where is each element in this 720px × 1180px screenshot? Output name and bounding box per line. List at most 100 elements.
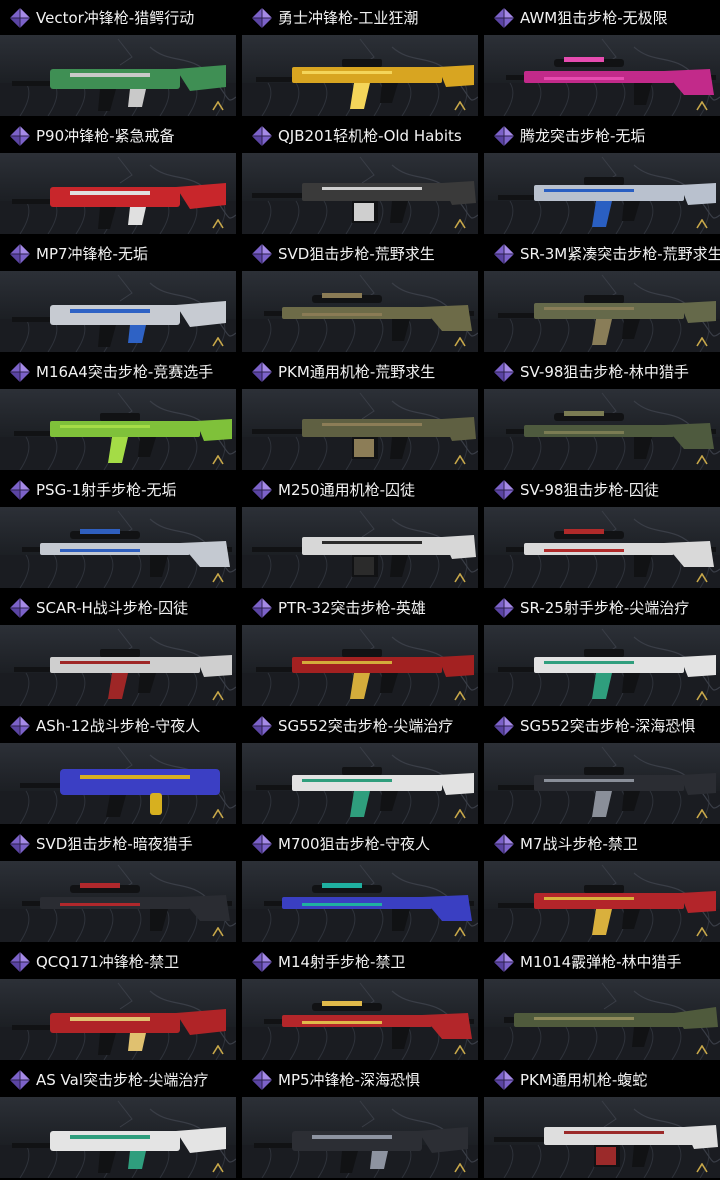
weapon-preview[interactable] bbox=[484, 979, 720, 1060]
skin-card[interactable]: PTR-32突击步枪-英雄 bbox=[242, 590, 478, 708]
skin-card[interactable]: QCQ171冲锋枪-禁卫 bbox=[0, 944, 236, 1062]
weapon-preview[interactable] bbox=[0, 271, 236, 352]
weapon-preview[interactable] bbox=[484, 271, 720, 352]
weapon-preview[interactable] bbox=[242, 35, 478, 116]
rarity-diamond-icon bbox=[9, 125, 31, 147]
weapon-image bbox=[498, 295, 716, 345]
skin-label: M700狙击步枪-守夜人 bbox=[278, 835, 430, 853]
weapon-preview[interactable] bbox=[0, 1097, 236, 1178]
rarity-diamond-icon bbox=[251, 479, 273, 501]
skin-card[interactable]: PSG-1射手步枪-无垢 bbox=[0, 472, 236, 590]
weapon-preview[interactable] bbox=[484, 389, 720, 470]
skin-card[interactable]: SR-25射手步枪-尖端治疗 bbox=[484, 590, 720, 708]
corner-mark-icon bbox=[454, 922, 466, 937]
skin-title: SR-25射手步枪-尖端治疗 bbox=[484, 590, 720, 625]
weapon-preview[interactable] bbox=[484, 153, 720, 234]
weapon-preview[interactable] bbox=[242, 153, 478, 234]
skin-label: PTR-32突击步枪-英雄 bbox=[278, 599, 426, 617]
corner-mark-icon bbox=[212, 568, 224, 583]
weapon-preview[interactable] bbox=[242, 625, 478, 706]
skin-label: M250通用机枪-囚徒 bbox=[278, 481, 415, 499]
skin-title: SCAR-H战斗步枪-囚徒 bbox=[0, 590, 236, 625]
corner-mark-icon bbox=[696, 922, 708, 937]
skin-card[interactable]: SVD狙击步枪-荒野求生 bbox=[242, 236, 478, 354]
weapon-image bbox=[252, 417, 476, 459]
skin-card[interactable]: QJB201轻机枪-Old Habits bbox=[242, 118, 478, 236]
skin-card[interactable]: 勇士冲锋枪-工业狂潮 bbox=[242, 0, 478, 118]
weapon-preview[interactable] bbox=[484, 35, 720, 116]
skin-title: MP5冲锋枪-深海恐惧 bbox=[242, 1062, 478, 1097]
skin-card[interactable]: ASh-12战斗步枪-守夜人 bbox=[0, 708, 236, 826]
skin-label: SCAR-H战斗步枪-囚徒 bbox=[36, 599, 189, 617]
rarity-diamond-icon bbox=[251, 597, 273, 619]
skin-card[interactable]: M250通用机枪-囚徒 bbox=[242, 472, 478, 590]
skin-card[interactable]: P90冲锋枪-紧急戒备 bbox=[0, 118, 236, 236]
weapon-preview[interactable] bbox=[484, 625, 720, 706]
skin-card[interactable]: MP7冲锋枪-无垢 bbox=[0, 236, 236, 354]
skin-title: SV-98狙击步枪-林中猎手 bbox=[484, 354, 720, 389]
skin-card[interactable]: AS Val突击步枪-尖端治疗 bbox=[0, 1062, 236, 1180]
skin-title: QJB201轻机枪-Old Habits bbox=[242, 118, 478, 153]
skin-card[interactable]: M1014霰弹枪-林中猎手 bbox=[484, 944, 720, 1062]
skin-card[interactable]: M7战斗步枪-禁卫 bbox=[484, 826, 720, 944]
skin-card[interactable]: AWM狙击步枪-无极限 bbox=[484, 0, 720, 118]
skin-card[interactable]: PKM通用机枪-蝮蛇 bbox=[484, 1062, 720, 1180]
weapon-preview[interactable] bbox=[0, 979, 236, 1060]
corner-mark-icon bbox=[454, 450, 466, 465]
skin-card[interactable]: Vector冲锋枪-猎鳄行动 bbox=[0, 0, 236, 118]
weapon-preview[interactable] bbox=[0, 743, 236, 824]
corner-mark-icon bbox=[696, 96, 708, 111]
weapon-image bbox=[14, 413, 232, 463]
weapon-preview[interactable] bbox=[0, 35, 236, 116]
corner-mark-icon bbox=[212, 922, 224, 937]
skin-card[interactable]: SCAR-H战斗步枪-囚徒 bbox=[0, 590, 236, 708]
weapon-preview[interactable] bbox=[242, 979, 478, 1060]
skin-card[interactable]: MP5冲锋枪-深海恐惧 bbox=[242, 1062, 478, 1180]
skin-card[interactable]: SG552突击步枪-尖端治疗 bbox=[242, 708, 478, 826]
weapon-image bbox=[12, 183, 226, 229]
weapon-preview[interactable] bbox=[242, 507, 478, 588]
weapon-preview[interactable] bbox=[484, 1097, 720, 1178]
skin-card[interactable]: M14射手步枪-禁卫 bbox=[242, 944, 478, 1062]
rarity-diamond-icon bbox=[251, 125, 273, 147]
skin-label: SR-3M紧凑突击步枪-荒野求生 bbox=[520, 245, 720, 263]
weapon-image bbox=[506, 411, 716, 459]
skin-label: SV-98狙击步枪-林中猎手 bbox=[520, 363, 689, 381]
corner-mark-icon bbox=[454, 686, 466, 701]
rarity-diamond-icon bbox=[9, 951, 31, 973]
weapon-preview[interactable] bbox=[484, 507, 720, 588]
weapon-preview[interactable] bbox=[0, 507, 236, 588]
skin-card[interactable]: SR-3M紧凑突击步枪-荒野求生 bbox=[484, 236, 720, 354]
weapon-preview[interactable] bbox=[242, 271, 478, 352]
skin-title: M1014霰弹枪-林中猎手 bbox=[484, 944, 720, 979]
weapon-preview[interactable] bbox=[242, 1097, 478, 1178]
weapon-image bbox=[22, 883, 232, 931]
rarity-diamond-icon bbox=[9, 361, 31, 383]
skin-label: 勇士冲锋枪-工业狂潮 bbox=[278, 9, 419, 27]
skin-card[interactable]: SG552突击步枪-深海恐惧 bbox=[484, 708, 720, 826]
skin-card[interactable]: M16A4突击步枪-竞赛选手 bbox=[0, 354, 236, 472]
corner-mark-icon bbox=[212, 686, 224, 701]
skin-card[interactable]: SVD狙击步枪-暗夜猎手 bbox=[0, 826, 236, 944]
weapon-preview[interactable] bbox=[0, 153, 236, 234]
skin-label: SG552突击步枪-尖端治疗 bbox=[278, 717, 454, 735]
weapon-preview[interactable] bbox=[0, 625, 236, 706]
weapon-preview[interactable] bbox=[0, 389, 236, 470]
weapon-preview[interactable] bbox=[242, 389, 478, 470]
skin-card[interactable]: SV-98狙击步枪-林中猎手 bbox=[484, 354, 720, 472]
skin-title: SG552突击步枪-深海恐惧 bbox=[484, 708, 720, 743]
rarity-diamond-icon bbox=[493, 597, 515, 619]
weapon-preview[interactable] bbox=[242, 743, 478, 824]
skin-card[interactable]: 腾龙突击步枪-无垢 bbox=[484, 118, 720, 236]
weapon-preview[interactable] bbox=[0, 861, 236, 942]
weapon-preview[interactable] bbox=[242, 861, 478, 942]
skin-label: QCQ171冲锋枪-禁卫 bbox=[36, 953, 180, 971]
weapon-preview[interactable] bbox=[484, 743, 720, 824]
corner-mark-icon bbox=[454, 214, 466, 229]
skin-card[interactable]: M700狙击步枪-守夜人 bbox=[242, 826, 478, 944]
skin-card[interactable]: SV-98狙击步枪-囚徒 bbox=[484, 472, 720, 590]
weapon-preview[interactable] bbox=[484, 861, 720, 942]
skin-label: AS Val突击步枪-尖端治疗 bbox=[36, 1071, 209, 1089]
skin-card[interactable]: PKM通用机枪-荒野求生 bbox=[242, 354, 478, 472]
weapon-image bbox=[14, 649, 232, 699]
